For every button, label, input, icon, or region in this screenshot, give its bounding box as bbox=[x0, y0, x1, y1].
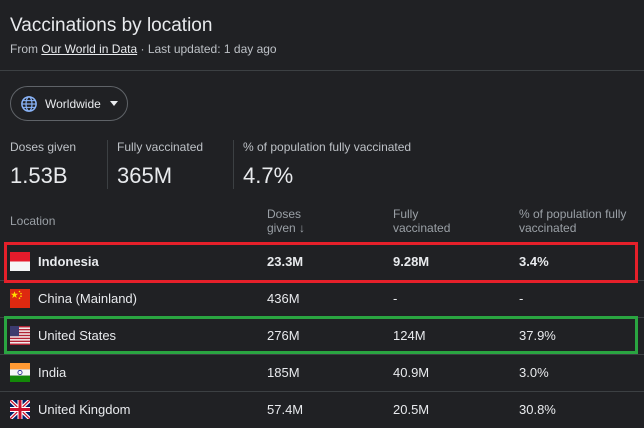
column-header-pct-fully-vaccinated[interactable]: % of population fully vaccinated bbox=[519, 207, 626, 235]
stat-label: % of population fully vaccinated bbox=[243, 140, 412, 154]
cell-doses-given: 276M bbox=[267, 328, 300, 343]
cell-doses-given: 436M bbox=[267, 291, 300, 306]
stat-value: 4.7% bbox=[243, 163, 294, 188]
cell-location: Indonesia bbox=[38, 254, 99, 269]
from-text: From bbox=[10, 42, 42, 56]
last-updated-text: · Last updated: 1 day ago bbox=[137, 42, 277, 56]
source-line: From Our World in Data · Last updated: 1… bbox=[10, 42, 277, 56]
column-header-fully-vaccinated[interactable]: Fully vaccinated bbox=[393, 207, 450, 235]
region-selector-button[interactable]: Worldwide bbox=[10, 86, 128, 121]
cell-pct-fully-vaccinated: 3.0% bbox=[519, 365, 549, 380]
cell-location: India bbox=[38, 365, 67, 380]
cell-location: China (Mainland) bbox=[38, 291, 137, 306]
column-header-location[interactable]: Location bbox=[10, 214, 55, 228]
cell-fully-vaccinated: 124M bbox=[393, 328, 426, 343]
cell-fully-vaccinated: - bbox=[393, 291, 398, 306]
cell-pct-fully-vaccinated: - bbox=[519, 291, 524, 306]
cell-pct-fully-vaccinated: 3.4% bbox=[519, 254, 549, 269]
table-row[interactable]: China (Mainland) 436M - - bbox=[0, 280, 644, 317]
cell-fully-vaccinated: 20.5M bbox=[393, 402, 430, 417]
stat-value: 1.53B bbox=[10, 163, 68, 188]
stat-divider bbox=[233, 140, 234, 189]
stat-fully-vaccinated: Fully vaccinated 365M bbox=[117, 140, 203, 190]
uk-flag-icon bbox=[10, 400, 30, 419]
cell-location: United Kingdom bbox=[38, 402, 131, 417]
stat-divider bbox=[107, 140, 108, 189]
cell-fully-vaccinated: 9.28M bbox=[393, 254, 430, 269]
chevron-down-icon bbox=[109, 101, 118, 106]
table-row[interactable]: United Kingdom 57.4M 20.5M 30.8% bbox=[0, 391, 644, 428]
table-row[interactable]: Indonesia 23.3M 9.28M 3.4% bbox=[0, 243, 644, 280]
cell-doses-given: 23.3M bbox=[267, 254, 304, 269]
source-link[interactable]: Our World in Data bbox=[41, 42, 137, 56]
table-row[interactable]: United States 276M 124M 37.9% bbox=[0, 317, 644, 354]
stat-doses-given: Doses given 1.53B bbox=[10, 140, 76, 190]
cell-pct-fully-vaccinated: 30.8% bbox=[519, 402, 556, 417]
cell-doses-given: 57.4M bbox=[267, 402, 304, 417]
india-flag-icon bbox=[10, 363, 30, 382]
table-row[interactable]: India 185M 40.9M 3.0% bbox=[0, 354, 644, 391]
page-title: Vaccinations by location bbox=[10, 15, 213, 36]
china-flag-icon bbox=[10, 289, 30, 308]
cell-fully-vaccinated: 40.9M bbox=[393, 365, 430, 380]
region-selector-label: Worldwide bbox=[45, 96, 101, 111]
cell-doses-given: 185M bbox=[267, 365, 300, 380]
stat-value: 365M bbox=[117, 163, 173, 188]
stat-label: Fully vaccinated bbox=[117, 140, 204, 154]
stat-label: Doses given bbox=[10, 140, 77, 154]
cell-location: United States bbox=[38, 328, 117, 343]
globe-icon bbox=[21, 95, 37, 112]
us-flag-icon bbox=[10, 326, 30, 345]
column-header-doses-given[interactable]: Doses given ↓ bbox=[267, 207, 305, 235]
cell-pct-fully-vaccinated: 37.9% bbox=[519, 328, 556, 343]
indonesia-flag-icon bbox=[10, 252, 30, 271]
header-divider bbox=[0, 70, 644, 71]
stat-pct-fully-vaccinated: % of population fully vaccinated 4.7% bbox=[243, 140, 411, 190]
